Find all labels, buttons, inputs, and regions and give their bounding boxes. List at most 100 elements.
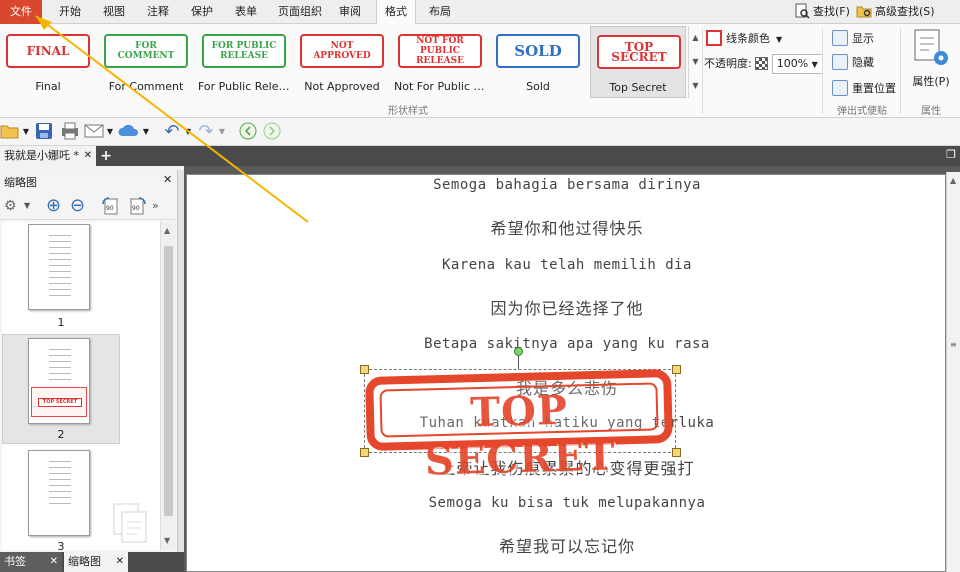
page-number: 2 [57, 428, 65, 441]
chevron-up-icon[interactable]: ▲ [164, 226, 170, 235]
tab-protect[interactable]: 保护 [182, 0, 222, 24]
tab-view[interactable]: 视图 [94, 0, 134, 24]
gallery-scroll[interactable]: ▲ ▼ ▼ [688, 26, 702, 98]
tab-review[interactable]: 审阅 [332, 0, 368, 24]
zoom-out-icon[interactable]: ⊖ [70, 196, 85, 216]
tab-home[interactable]: 开始 [50, 0, 90, 24]
tab-bookmarks[interactable]: 书签 ✕ [0, 552, 62, 572]
scrollbar-thumb[interactable] [164, 246, 173, 516]
more-options-icon[interactable]: » [152, 196, 159, 216]
thumbnail-panel-title: 缩略图 [4, 176, 37, 189]
tab-format[interactable]: 格式 [376, 0, 416, 25]
email-icon[interactable] [84, 122, 104, 142]
hide-note-button[interactable]: 隐藏 [832, 54, 874, 70]
document-viewport: Semoga bahagia bersama dirinya 希望你和他过得快乐… [184, 166, 960, 572]
page-thumbnail-3[interactable] [28, 450, 90, 536]
stamp-not-for-public-release[interactable]: NOT FOR PUBLIC RELEASE Not For Public R.… [392, 26, 488, 98]
thumbnail-scrollbar[interactable]: ▲ ▼ [160, 222, 176, 550]
group-properties-label: 属性 [921, 106, 941, 117]
page-thumbnail-1[interactable] [28, 224, 90, 310]
dropdown-arrow-icon: ▼ [811, 60, 818, 69]
close-icon[interactable]: ✕ [163, 173, 172, 186]
quick-access-toolbar: ▼ ▼ ▼ ↶ ▼ ↷ ▼ [0, 118, 960, 146]
chevron-up-icon[interactable]: ▲ [689, 26, 702, 50]
resize-handle-top-left[interactable] [360, 365, 369, 374]
resize-handle-top-right[interactable] [672, 365, 681, 374]
stamp-for-comment[interactable]: FOR COMMENT For Comment [98, 26, 194, 98]
print-icon[interactable] [60, 122, 80, 142]
stamp-top-secret[interactable]: TOP SECRET Top Secret [590, 26, 686, 98]
opacity-select[interactable]: 100% ▼ [771, 54, 823, 74]
opacity-control[interactable]: 不透明度: 100% ▼ [704, 54, 823, 74]
hide-label: 隐藏 [852, 56, 874, 69]
stamp-not-approved-label: Not Approved [304, 80, 380, 93]
bookmarks-label: 书签 [4, 555, 26, 568]
line-color-dropdown[interactable]: 线条颜色 ▼ [706, 30, 782, 46]
close-icon[interactable]: ✕ [84, 146, 92, 166]
dropdown-arrow-icon[interactable]: ▼ [184, 122, 192, 142]
tab-comment[interactable]: 注释 [138, 0, 178, 24]
top-secret-stamp[interactable]: TOP SECRET [365, 369, 673, 484]
chevron-down-icon[interactable]: ▼ [689, 50, 702, 74]
dropdown-arrow-icon[interactable]: ▼ [142, 122, 150, 142]
document-tab[interactable]: 我就是小娜吒 * ✕ [0, 146, 96, 166]
lyric-line: Karena kau telah memilih dia [441, 257, 692, 273]
close-icon[interactable]: ✕ [50, 552, 58, 572]
reset-position-button[interactable]: 重置位置 [832, 80, 896, 96]
show-note-button[interactable]: 显示 [832, 30, 874, 46]
redo-icon[interactable]: ↷ [196, 122, 216, 142]
close-icon[interactable]: ✕ [116, 552, 124, 572]
save-icon[interactable] [34, 122, 54, 142]
thumbnail-panel: 缩略图 ✕ ⚙ ▼ ⊕ ⊖ 90 90 » 1 TOP SECRET 2 3 ▲… [0, 170, 178, 552]
chevron-up-icon[interactable]: ▲ [950, 176, 956, 185]
zoom-in-icon[interactable]: ⊕ [46, 196, 61, 216]
rotate-right-icon[interactable]: 90 [126, 196, 148, 216]
tab-file[interactable]: 文件 [0, 0, 42, 24]
tab-form[interactable]: 表单 [226, 0, 266, 24]
add-tab-icon[interactable]: + [99, 148, 113, 164]
stamp-top-secret-art: TOP SECRET [597, 35, 681, 69]
back-icon[interactable] [238, 122, 258, 142]
chevron-down-icon[interactable]: ▼ [164, 536, 170, 545]
scroll-grip-icon[interactable]: ≡ [950, 340, 957, 349]
open-folder-icon[interactable] [0, 122, 20, 142]
dropdown-arrow-icon[interactable]: ▼ [24, 196, 30, 216]
document-page[interactable]: Semoga bahagia bersama dirinya 希望你和他过得快乐… [186, 174, 946, 572]
rotation-connector [518, 356, 519, 369]
mini-stamp-highlight: TOP SECRET [31, 387, 87, 417]
find-button[interactable]: 查找(F) [794, 2, 850, 22]
tab-thumbnails[interactable]: 缩略图 ✕ [64, 552, 128, 572]
cloud-icon[interactable] [118, 122, 140, 142]
tab-layout[interactable]: 布局 [420, 0, 460, 24]
stamp-top-secret-label: Top Secret [609, 81, 667, 94]
restore-window-icon[interactable]: ❐ [946, 148, 956, 161]
advanced-find-button[interactable]: 高级查找(S) [856, 2, 935, 22]
resize-handle-bottom-left[interactable] [360, 448, 369, 457]
document-tab-strip: 我就是小娜吒 * ✕ + ❐ [0, 146, 960, 166]
reset-position-icon [832, 80, 848, 96]
stamp-sold[interactable]: SOLD Sold [490, 26, 586, 98]
resize-handle-bottom-right[interactable] [672, 448, 681, 457]
dropdown-arrow-icon[interactable]: ▼ [218, 122, 226, 142]
undo-icon[interactable]: ↶ [162, 122, 182, 142]
properties-button[interactable]: 属性(P) [906, 28, 956, 96]
stamp-for-public-release-label: For Public Relea.. [198, 80, 290, 93]
ribbon: FINAL Final FOR COMMENT For Comment FOR … [0, 24, 960, 118]
stamp-not-approved[interactable]: NOT APPROVED Not Approved [294, 26, 390, 98]
rotate-left-icon[interactable]: 90 [100, 196, 122, 216]
stamp-final[interactable]: FINAL Final [0, 26, 96, 98]
stamp-text: TOP SECRET [424, 386, 617, 485]
stamp-for-comment-label: For Comment [108, 80, 184, 93]
rotate-handle[interactable] [514, 347, 523, 356]
panel-tabs: 书签 ✕ 缩略图 ✕ [0, 552, 184, 572]
page-thumbnail-2[interactable]: TOP SECRET [28, 338, 90, 424]
document-scrollbar[interactable]: ▲ ≡ [946, 172, 960, 572]
stamp-for-public-release[interactable]: FOR PUBLIC RELEASE For Public Relea.. [196, 26, 292, 98]
forward-icon[interactable] [262, 122, 282, 142]
gallery-expand-icon[interactable]: ▼ [689, 74, 702, 98]
dropdown-arrow-icon[interactable]: ▼ [22, 122, 30, 142]
gear-icon[interactable]: ⚙ [4, 196, 17, 216]
dropdown-arrow-icon[interactable]: ▼ [106, 122, 114, 142]
tab-organize[interactable]: 页面组织 [272, 0, 328, 24]
lyric-line: 希望你和他过得快乐 [490, 219, 644, 238]
